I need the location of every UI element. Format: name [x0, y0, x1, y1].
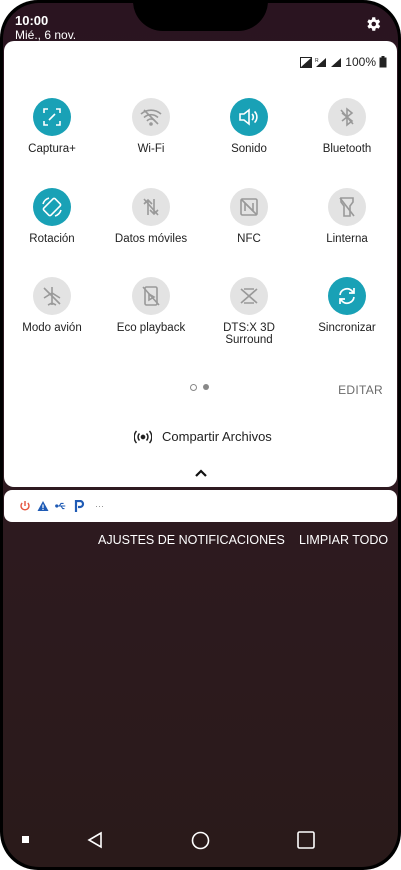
dts-off-icon [230, 277, 268, 315]
tile-label: NFC [237, 233, 261, 245]
tile-wifi[interactable]: Wi-Fi [103, 98, 199, 155]
page-indicator [190, 384, 209, 391]
tile-label: Captura+ [28, 143, 76, 155]
more-notifications-indicator: ··· [95, 501, 104, 511]
tile-label: Sincronizar [318, 322, 376, 334]
airplane-off-icon [33, 277, 71, 315]
home-icon[interactable] [191, 831, 210, 850]
tile-rotacion[interactable]: Rotación [4, 188, 100, 245]
clear-all-button[interactable]: LIMPIAR TODO [299, 533, 388, 547]
gear-icon[interactable] [364, 15, 382, 33]
page-dot [203, 384, 209, 390]
tile-label: Linterna [326, 233, 368, 245]
nfc-off-icon [230, 188, 268, 226]
svg-text:R: R [315, 58, 319, 64]
tile-label: DTS:X 3D Surround [223, 322, 275, 346]
quick-settings-panel: R 100% Captura+ Wi-Fi Sonido Bluetooth R… [4, 41, 397, 487]
navigation-bar [3, 815, 398, 867]
phone-frame: 10:00 Mié., 6 nov. R 100% Captura+ Wi-Fi… [0, 0, 401, 870]
tile-linterna[interactable]: Linterna [299, 188, 395, 245]
square-dot-icon[interactable] [22, 836, 29, 843]
edit-button[interactable]: EDITAR [338, 383, 383, 397]
parking-icon [73, 499, 85, 512]
flashlight-off-icon [328, 188, 366, 226]
tile-label: Rotación [29, 233, 75, 245]
recents-icon[interactable] [297, 831, 315, 849]
tile-eco-playback[interactable]: Eco playback [103, 277, 199, 334]
rotation-icon [33, 188, 71, 226]
tile-label: Datos móviles [114, 233, 188, 245]
tile-label: Sonido [231, 143, 267, 155]
warning-icon [37, 500, 49, 512]
tile-dts-surround[interactable]: DTS:X 3D Surround [201, 277, 297, 346]
tile-modo-avion[interactable]: Modo avión [4, 277, 100, 334]
tile-bluetooth[interactable]: Bluetooth [299, 98, 395, 155]
signal-icon [331, 57, 342, 67]
page-dot-current [190, 384, 197, 391]
eco-playback-off-icon [132, 277, 170, 315]
screen: 10:00 Mié., 6 nov. R 100% Captura+ Wi-Fi… [3, 3, 398, 867]
mobile-data-off-icon [132, 188, 170, 226]
sync-icon [328, 277, 366, 315]
wifi-off-icon [132, 98, 170, 136]
notification-icons-bar[interactable]: ··· [4, 490, 397, 522]
screenshot-edit-icon [33, 98, 71, 136]
camera-notch [133, 3, 268, 31]
bluetooth-off-icon [328, 98, 366, 136]
back-icon[interactable] [86, 831, 104, 849]
signal-icon [300, 56, 313, 68]
usb-icon [55, 500, 67, 512]
broadcast-icon [134, 430, 152, 443]
tile-sincronizar[interactable]: Sincronizar [299, 277, 395, 334]
status-date: Mié., 6 nov. [15, 28, 77, 42]
chevron-up-icon[interactable] [193, 467, 209, 479]
tile-label: Modo avión [22, 322, 82, 334]
power-icon [19, 500, 31, 512]
tile-datos-moviles[interactable]: Datos móviles [103, 188, 199, 245]
notification-settings-button[interactable]: AJUSTES DE NOTIFICACIONES [98, 533, 285, 547]
system-status-icons: R 100% [300, 55, 387, 69]
signal-roaming-icon: R [315, 57, 327, 67]
tile-captura[interactable]: Captura+ [4, 98, 100, 155]
tile-label: Bluetooth [322, 143, 372, 155]
speaker-icon [230, 98, 268, 136]
file-share-button[interactable]: Compartir Archivos [134, 429, 272, 444]
battery-percent: 100% [345, 55, 376, 69]
status-time: 10:00 [15, 13, 49, 28]
tile-label: Wi-Fi [137, 143, 165, 155]
tile-sonido[interactable]: Sonido [201, 98, 297, 155]
tile-nfc[interactable]: NFC [201, 188, 297, 245]
tile-label: Eco playback [116, 322, 186, 334]
battery-icon [379, 56, 387, 68]
file-share-label: Compartir Archivos [162, 429, 272, 444]
